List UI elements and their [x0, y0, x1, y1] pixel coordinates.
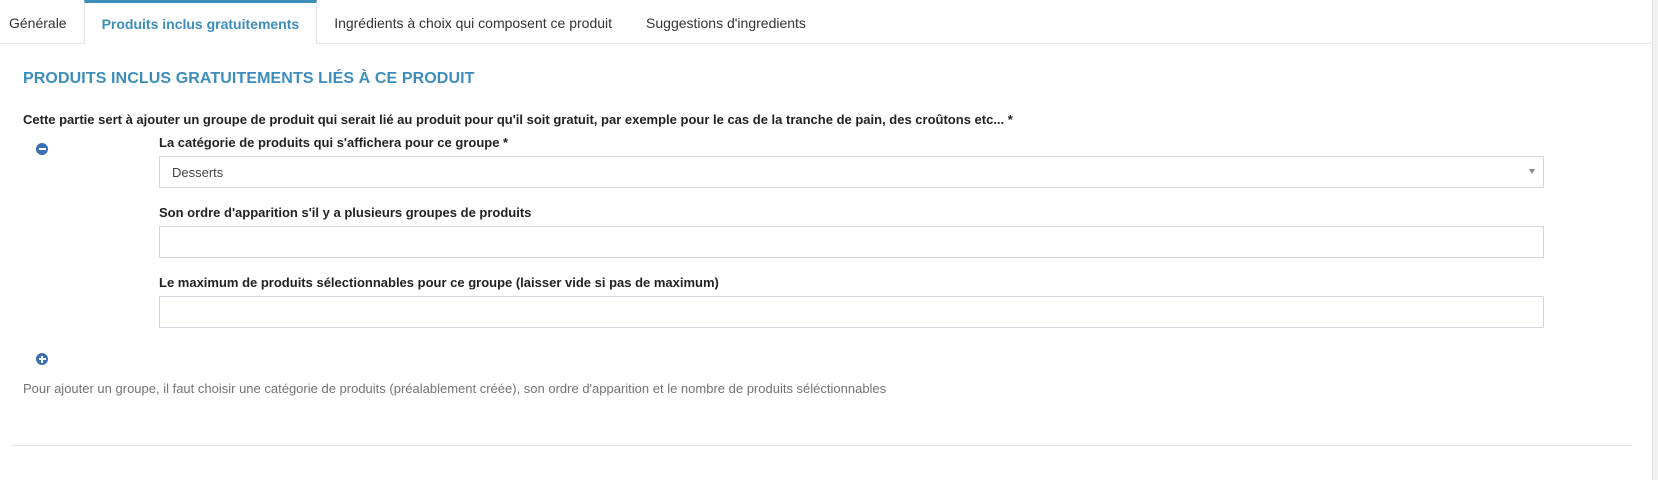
section-intro-text: Cette partie sert à ajouter un groupe de… — [23, 112, 1013, 127]
tab-ingredients-a-choix[interactable]: Ingrédients à choix qui composent ce pro… — [317, 0, 629, 43]
max-products-input[interactable] — [160, 297, 1543, 327]
max-products-label: Le maximum de produits sélectionnables p… — [159, 275, 719, 290]
category-select[interactable]: Desserts — [159, 156, 1544, 188]
tab-produits-inclus[interactable]: Produits inclus gratuitements — [83, 0, 318, 44]
scrollbar[interactable] — [1652, 0, 1658, 480]
tab-generale[interactable]: Générale — [0, 0, 84, 43]
category-selected-value: Desserts — [172, 165, 224, 180]
help-text: Pour ajouter un groupe, il faut choisir … — [23, 381, 887, 396]
page: Générale Produits inclus gratuitements I… — [0, 0, 1658, 480]
category-label: La catégorie de produits qui s'affichera… — [159, 135, 509, 150]
max-products-field-wrapper — [159, 296, 1544, 328]
order-label: Son ordre d'apparition s'il y a plusieur… — [159, 205, 532, 220]
remove-group-button[interactable] — [36, 143, 48, 155]
order-field-wrapper — [159, 226, 1544, 258]
tab-suggestions-ingredients[interactable]: Suggestions d'ingredients — [629, 0, 823, 43]
section-title: PRODUITS INCLUS GRATUITEMENTS LIÉS À CE … — [23, 70, 475, 87]
plus-circle-icon-vertical-stroke — [41, 355, 43, 363]
tab-content-panel: PRODUITS INCLUS GRATUITEMENTS LIÉS À CE … — [12, 44, 1632, 446]
dropdown-caret-icon — [1529, 169, 1535, 174]
order-input[interactable] — [160, 227, 1543, 257]
minus-circle-icon — [38, 148, 46, 150]
add-group-button[interactable] — [36, 353, 48, 365]
tab-bar: Générale Produits inclus gratuitements I… — [0, 0, 1652, 44]
